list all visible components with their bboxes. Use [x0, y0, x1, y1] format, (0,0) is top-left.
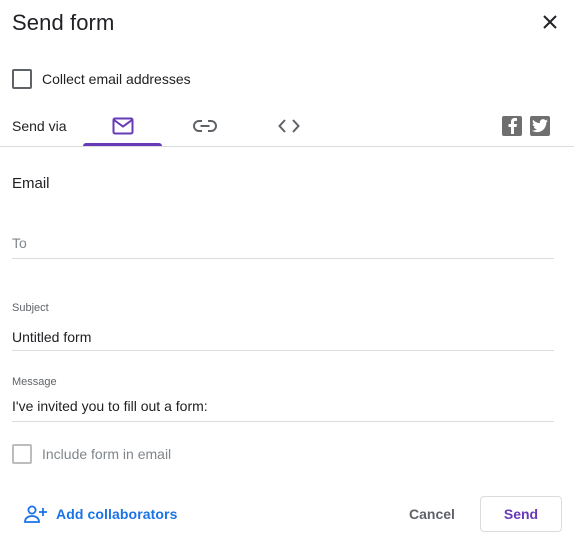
twitter-icon: [532, 119, 548, 133]
send-button[interactable]: Send: [480, 496, 562, 532]
close-button[interactable]: [536, 8, 564, 36]
collect-email-row: Collect email addresses: [12, 69, 191, 89]
close-icon: [543, 15, 557, 29]
send-form-dialog: Send form Collect email addresses Send v…: [0, 0, 574, 547]
message-value: I've invited you to fill out a form:: [12, 398, 208, 414]
tab-email[interactable]: [83, 106, 162, 146]
include-form-label: Include form in email: [42, 446, 172, 462]
collect-email-label: Collect email addresses: [42, 71, 191, 87]
subject-label: Subject: [12, 302, 49, 314]
dialog-title: Send form: [12, 10, 115, 35]
tab-link[interactable]: [166, 106, 244, 146]
include-form-checkbox[interactable]: [12, 444, 32, 464]
twitter-share-button[interactable]: [530, 116, 550, 136]
mail-icon: [112, 117, 133, 135]
facebook-share-button[interactable]: [502, 116, 522, 136]
code-icon: [278, 119, 300, 133]
to-field-placeholder: To: [12, 235, 27, 251]
send-via-bar: Send via: [0, 106, 574, 147]
facebook-icon: [508, 118, 517, 134]
message-label: Message: [12, 376, 57, 388]
add-collaborators-button[interactable]: Add collaborators: [24, 505, 178, 523]
to-field[interactable]: To: [12, 232, 554, 259]
collect-email-checkbox[interactable]: [12, 69, 32, 89]
include-form-row: Include form in email: [12, 444, 171, 464]
email-section-title: Email: [12, 175, 50, 192]
selected-tab-indicator: [83, 143, 162, 146]
message-field[interactable]: I've invited you to fill out a form:: [12, 396, 554, 422]
link-icon: [193, 120, 217, 132]
cancel-button[interactable]: Cancel: [400, 497, 464, 531]
subject-field[interactable]: Untitled form: [12, 327, 554, 351]
add-person-icon: [24, 505, 47, 523]
send-via-label: Send via: [12, 118, 67, 134]
subject-value: Untitled form: [12, 329, 92, 345]
tab-embed[interactable]: [250, 106, 328, 146]
add-collaborators-label: Add collaborators: [56, 506, 178, 522]
